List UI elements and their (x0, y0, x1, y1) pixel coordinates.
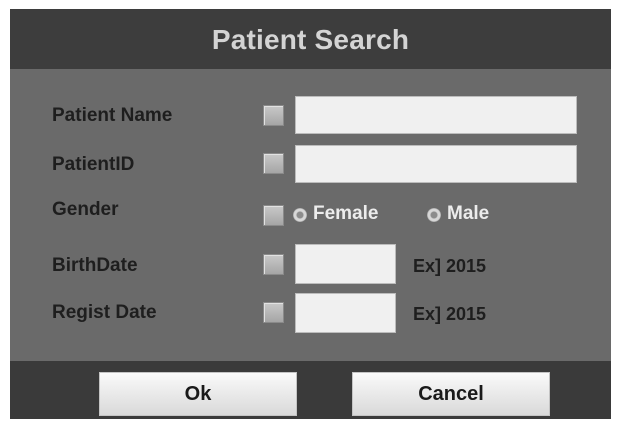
birthdate-label: BirthDate (52, 255, 138, 276)
patient-name-input[interactable] (295, 96, 577, 134)
dialog-footer: Ok Cancel (10, 361, 611, 419)
gender-male-radio[interactable] (427, 208, 441, 222)
search-form: Patient Name PatientID Gender Female Mal… (10, 69, 611, 361)
birthdate-hint: Ex] 2015 (413, 256, 487, 276)
patient-id-input[interactable] (295, 145, 577, 183)
ok-button[interactable]: Ok (99, 372, 297, 416)
gender-female-label[interactable]: Female (313, 203, 378, 225)
patient-name-checkbox[interactable] (263, 105, 284, 126)
regist-date-hint: Ex] 2015 (413, 304, 487, 324)
patient-name-label: Patient Name (52, 105, 173, 126)
gender-checkbox[interactable] (263, 205, 284, 226)
regist-date-checkbox[interactable] (263, 302, 284, 323)
gender-female-radio[interactable] (293, 208, 307, 222)
regist-date-label: Regist Date (52, 302, 157, 323)
patient-id-checkbox[interactable] (263, 153, 284, 174)
patient-search-dialog: Patient Search Patient Name PatientID Ge… (10, 9, 611, 419)
dialog-title: Patient Search (211, 24, 410, 55)
gender-male-label[interactable]: Male (447, 203, 489, 225)
birthdate-input[interactable] (295, 244, 396, 284)
birthdate-checkbox[interactable] (263, 254, 284, 275)
gender-label: Gender (52, 199, 119, 220)
patient-id-label: PatientID (52, 154, 135, 175)
cancel-button[interactable]: Cancel (352, 372, 550, 416)
title-bar: Patient Search (10, 9, 611, 69)
regist-date-input[interactable] (295, 293, 396, 333)
